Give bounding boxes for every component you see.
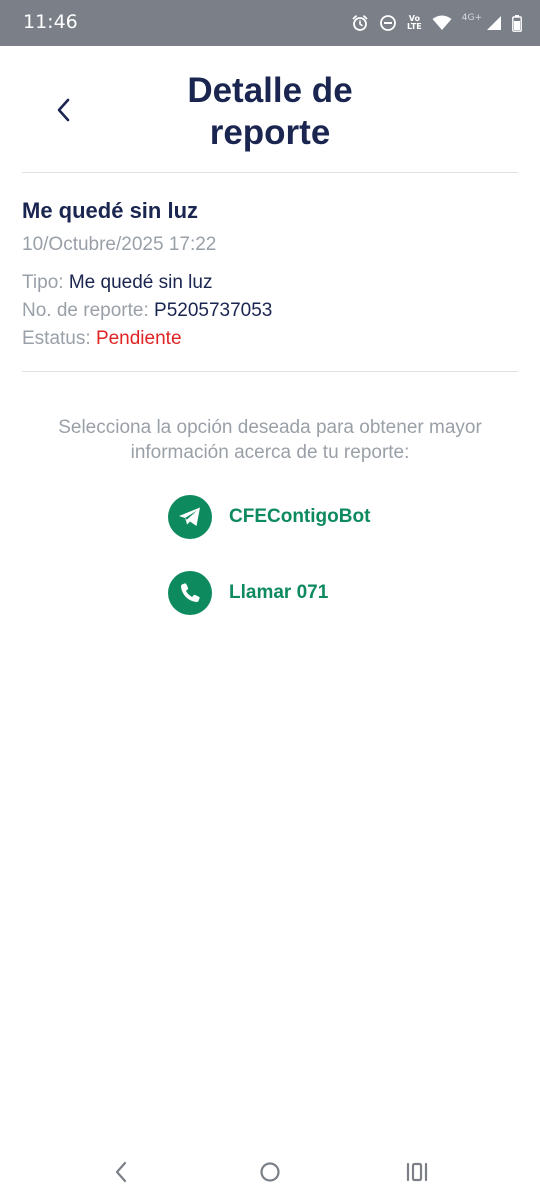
volte-icon: Vo LTE [407,14,422,31]
tipo-value: Me quedé sin luz [68,272,213,293]
report-date: 10/Octubre/2025 17:22 [22,234,217,255]
battery-icon [512,14,522,32]
status-time: 11:46 [23,11,78,33]
phone-icon [168,571,212,615]
detail-tipo: Tipo: Me quedé sin luz [22,272,212,294]
signal-icon [487,16,501,30]
cfe-contigo-bot-label: CFEContigoBot [229,506,371,527]
page-title: Detalle de reporte [187,71,353,152]
status-icons: Vo LTE 4G+ [351,10,522,36]
back-button[interactable] [44,90,84,130]
nav-back-button[interactable] [104,1155,138,1189]
do-not-disturb-icon [380,15,396,31]
numero-value: P5205737053 [154,300,273,321]
nav-back-icon [115,1161,127,1183]
numero-label: No. de reporte: [22,300,149,321]
instruction-text: Selecciona la opción deseada para obtene… [58,417,482,463]
tipo-label: Tipo: [22,272,64,293]
status-bar: 11:46 Vo LTE 4G+ [0,0,540,46]
system-nav-bar [0,1145,540,1200]
nav-recents-button[interactable] [400,1155,434,1189]
chevron-left-icon [57,98,70,122]
cfe-contigo-bot-button[interactable]: CFEContigoBot [168,494,370,540]
status-badge: Pendiente [95,328,182,349]
telegram-icon [168,495,212,539]
divider [22,172,518,173]
wifi-icon [432,15,452,30]
network-type: 4G+ [461,13,482,23]
report-title: Me quedé sin luz [22,198,199,223]
detail-numero: No. de reporte: P5205737053 [22,300,272,322]
nav-home-button[interactable] [253,1155,287,1189]
divider [22,371,518,372]
call-071-label: Llamar 071 [229,582,329,603]
detail-estatus: Estatus: Pendiente [22,328,182,350]
alarm-icon [352,15,368,31]
estatus-label: Estatus: [22,328,91,349]
nav-recents-icon [406,1162,428,1182]
call-071-button[interactable]: Llamar 071 [168,570,328,616]
nav-home-icon [260,1162,280,1182]
